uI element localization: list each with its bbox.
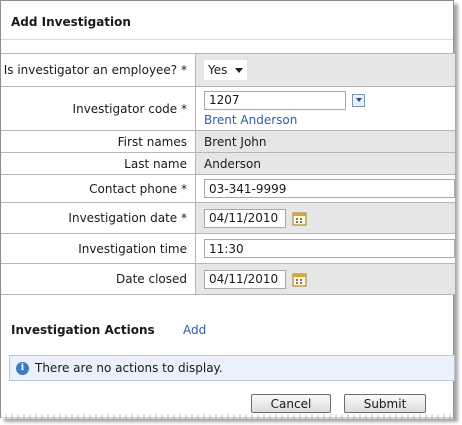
row-date-closed: Date closed 04/11/2010 [1,264,455,295]
row-investigation-date: Investigation date * 04/11/2010 [1,203,455,234]
submit-button[interactable]: Submit [344,394,426,413]
row-investigator-code: Investigator code * 1207 Brent Anderson [1,87,455,131]
calendar-icon[interactable] [292,211,307,226]
investigation-time-input[interactable]: 11:30 [204,239,455,258]
date-closed-label: Date closed [1,264,196,294]
row-contact-phone: Contact phone * 03-341-9999 [1,175,455,203]
dialog-title: Add Investigation [11,15,131,29]
add-action-link[interactable]: Add [183,323,206,337]
chevron-down-icon [235,67,244,73]
actions-heading: Investigation Actions [11,323,155,337]
row-first-names: First names Brent John [1,131,455,153]
row-employee: Is investigator an employee? * Yes [1,54,455,87]
no-actions-message: i There are no actions to display. [9,355,455,381]
investigation-form: Is investigator an employee? * Yes Inves… [1,53,455,295]
date-closed-input[interactable]: 04/11/2010 [204,269,286,289]
employee-select[interactable]: Yes [204,60,248,80]
contact-phone-label: Contact phone * [1,175,196,202]
calendar-icon[interactable] [292,272,307,287]
investigator-code-label: Investigator code * [1,87,196,130]
investigator-name: Brent Anderson [204,112,298,127]
first-names-value: Brent John [196,131,455,152]
employee-select-value: Yes [208,63,228,77]
info-icon: i [16,361,29,375]
investigator-lookup-button[interactable] [352,93,365,107]
investigation-time-label: Investigation time [1,234,196,263]
cancel-button[interactable]: Cancel [251,394,331,413]
contact-phone-input[interactable]: 03-341-9999 [204,179,455,198]
investigation-date-input[interactable]: 04/11/2010 [204,208,286,228]
add-investigation-dialog: Add Investigation Is investigator an emp… [0,0,455,419]
last-name-value: Anderson [196,153,455,174]
title-divider [1,39,453,40]
chevron-down-icon [355,98,362,102]
last-name-label: Last name [1,153,196,174]
row-investigation-time: Investigation time 11:30 [1,234,455,264]
employee-label: Is investigator an employee? * [1,54,196,86]
first-names-label: First names [1,131,196,152]
investigation-date-label: Investigation date * [1,203,196,233]
row-last-name: Last name Anderson [1,153,455,175]
torn-edge [1,414,453,419]
investigator-code-input[interactable]: 1207 [204,90,346,110]
no-actions-text: There are no actions to display. [35,361,223,375]
